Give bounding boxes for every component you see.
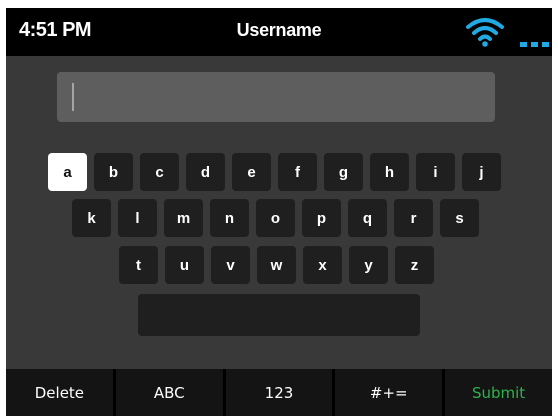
key-f[interactable]: f: [278, 153, 317, 191]
username-input[interactable]: [57, 72, 495, 122]
key-q[interactable]: q: [348, 199, 387, 237]
key-v[interactable]: v: [211, 246, 250, 284]
submit-softkey[interactable]: Submit: [445, 369, 552, 416]
abc-softkey[interactable]: ABC: [115, 369, 223, 416]
symbols-softkey[interactable]: #+=: [335, 369, 443, 416]
key-s[interactable]: s: [440, 199, 479, 237]
phone-screen: 4:51 PM Username abcdefghij klmnopqrs tu…: [6, 8, 552, 416]
key-c[interactable]: c: [140, 153, 179, 191]
key-x[interactable]: x: [303, 246, 342, 284]
delete-softkey[interactable]: Delete: [6, 369, 113, 416]
key-r[interactable]: r: [394, 199, 433, 237]
key-z[interactable]: z: [395, 246, 434, 284]
key-w[interactable]: w: [257, 246, 296, 284]
key-i[interactable]: i: [416, 153, 455, 191]
key-e[interactable]: e: [232, 153, 271, 191]
key-d[interactable]: d: [186, 153, 225, 191]
key-a[interactable]: a: [48, 153, 87, 191]
keyboard-row-2: klmnopqrs: [72, 199, 479, 237]
space-key[interactable]: [138, 294, 420, 336]
key-m[interactable]: m: [164, 199, 203, 237]
text-caret: [72, 83, 74, 111]
wifi-icon: [466, 18, 504, 47]
key-k[interactable]: k: [72, 199, 111, 237]
key-y[interactable]: y: [349, 246, 388, 284]
key-g[interactable]: g: [324, 153, 363, 191]
numbers-softkey[interactable]: 123: [225, 369, 333, 416]
key-t[interactable]: t: [119, 246, 158, 284]
keyboard-panel: abcdefghij klmnopqrs tuvwxyz: [6, 56, 552, 369]
status-bar: 4:51 PM Username: [6, 8, 552, 56]
key-u[interactable]: u: [165, 246, 204, 284]
keyboard-row-3: tuvwxyz: [119, 246, 434, 284]
softkey-bar: Delete ABC 123 #+= Submit: [6, 369, 552, 416]
key-l[interactable]: l: [118, 199, 157, 237]
key-b[interactable]: b: [94, 153, 133, 191]
key-h[interactable]: h: [370, 153, 409, 191]
key-o[interactable]: o: [256, 199, 295, 237]
key-n[interactable]: n: [210, 199, 249, 237]
key-p[interactable]: p: [302, 199, 341, 237]
key-j[interactable]: j: [462, 153, 501, 191]
keyboard-row-1: abcdefghij: [48, 153, 501, 191]
more-dots-icon[interactable]: [520, 42, 550, 48]
